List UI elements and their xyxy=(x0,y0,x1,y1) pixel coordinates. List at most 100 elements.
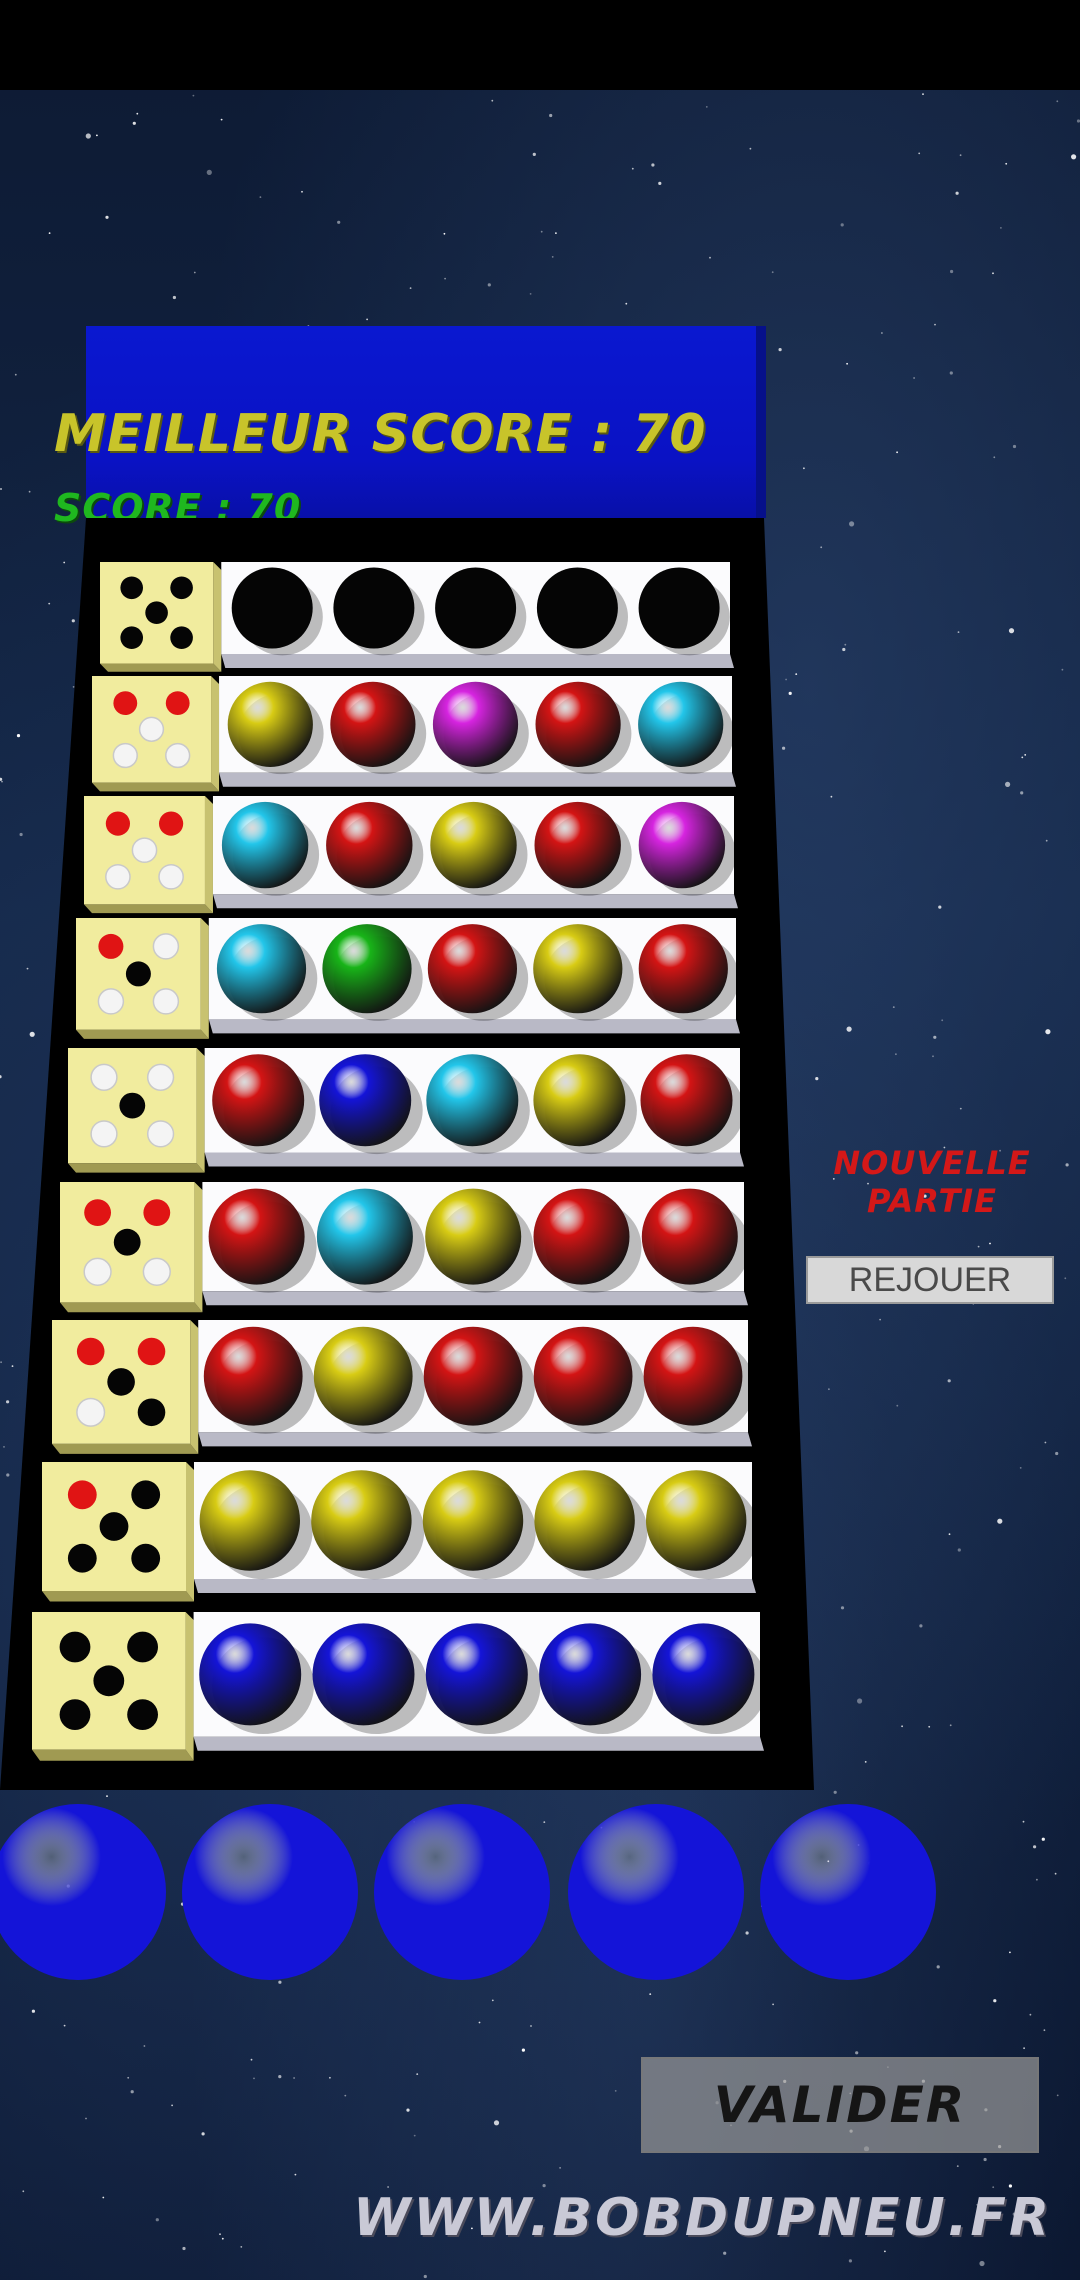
feedback-peg xyxy=(83,1257,112,1286)
guess-ball xyxy=(422,1470,524,1571)
feedback-peg xyxy=(107,1368,135,1396)
guess-ball xyxy=(435,567,517,649)
feedback-peg xyxy=(67,1480,97,1510)
replay-button[interactable]: REJOUER xyxy=(806,1256,1054,1304)
guess-ball xyxy=(333,567,415,649)
feedback-peg xyxy=(125,961,151,987)
feedback-peg xyxy=(113,691,138,715)
validate-button[interactable]: VALIDER xyxy=(641,2057,1039,2153)
feedback-peg xyxy=(131,1543,161,1573)
feedback-peg xyxy=(113,1228,141,1256)
guess-ball xyxy=(208,1188,305,1285)
color-selector-ball[interactable] xyxy=(374,1804,550,1980)
feedback-peg xyxy=(93,1665,125,1697)
feedback-peg xyxy=(137,1337,166,1366)
feedback-peg xyxy=(127,1699,158,1730)
feedback-peg xyxy=(84,1199,111,1226)
feedback-peg xyxy=(120,626,143,649)
feedback-peg xyxy=(127,1631,158,1663)
feedback-peg xyxy=(142,1257,171,1286)
guess-row xyxy=(92,676,737,792)
new-game-label: NOUVELLE PARTIE xyxy=(833,1144,1031,1220)
color-selector-ball[interactable] xyxy=(568,1804,744,1980)
guess-row xyxy=(42,1462,759,1602)
guess-ball xyxy=(432,681,519,768)
feedback-peg xyxy=(159,811,184,836)
feedback-peg xyxy=(120,576,143,600)
feedback-peg xyxy=(131,1480,161,1510)
feedback-peg xyxy=(98,933,124,959)
guess-row xyxy=(32,1612,768,1761)
feedback-peg xyxy=(143,1199,171,1226)
guess-row xyxy=(84,796,738,914)
guess-ball xyxy=(316,1188,413,1285)
guess-row xyxy=(68,1048,744,1173)
feedback-peg xyxy=(146,1063,175,1091)
feedback-peg xyxy=(152,988,180,1015)
feedback-peg xyxy=(165,742,191,769)
feedback-peg xyxy=(76,1397,106,1427)
guess-ball xyxy=(430,801,517,889)
guess-ball xyxy=(536,567,618,649)
feedback-peg xyxy=(137,1398,166,1427)
guess-ball xyxy=(643,1326,743,1426)
guess-ball xyxy=(330,681,416,768)
feedback-peg xyxy=(146,1120,175,1148)
guess-ball xyxy=(426,1054,519,1147)
guess-ball xyxy=(638,567,720,649)
guess-row xyxy=(60,1182,750,1313)
guess-ball xyxy=(313,1326,413,1426)
feedback-peg xyxy=(99,1512,129,1541)
guess-row xyxy=(76,918,741,1039)
color-selector-ball[interactable] xyxy=(760,1804,936,1980)
guess-ball xyxy=(638,801,726,889)
color-selector-ball[interactable] xyxy=(182,1804,358,1980)
feedback-peg xyxy=(170,626,193,649)
guess-ball xyxy=(199,1470,300,1571)
game-board xyxy=(0,518,936,1980)
feedback-peg xyxy=(105,811,130,836)
guess-ball xyxy=(322,924,412,1014)
guess-ball xyxy=(425,1623,528,1726)
guess-row xyxy=(52,1320,755,1454)
guess-ball xyxy=(203,1326,303,1426)
guess-ball xyxy=(216,924,307,1014)
guess-ball xyxy=(534,801,621,889)
feedback-peg xyxy=(105,863,131,890)
guess-ball xyxy=(646,1470,747,1571)
feedback-peg xyxy=(119,1092,146,1119)
guess-ball xyxy=(423,1326,523,1426)
feedback-peg xyxy=(138,716,165,742)
guess-row xyxy=(100,562,734,672)
guess-ball xyxy=(652,1623,755,1726)
guess-ball xyxy=(212,1054,305,1147)
guess-ball xyxy=(427,924,517,1014)
feedback-peg xyxy=(90,1063,118,1091)
guess-ball xyxy=(638,924,728,1014)
guess-ball xyxy=(319,1054,412,1147)
feedback-peg xyxy=(90,1120,118,1148)
feedback-peg xyxy=(152,933,180,960)
color-selector-ball[interactable] xyxy=(0,1804,166,1980)
guess-ball xyxy=(533,1054,626,1147)
guess-ball xyxy=(312,1623,415,1726)
guess-ball xyxy=(533,1326,633,1426)
feedback-peg xyxy=(165,691,190,715)
feedback-peg xyxy=(67,1543,97,1573)
guess-ball xyxy=(227,681,313,768)
guess-ball xyxy=(533,924,623,1014)
feedback-peg xyxy=(131,837,158,864)
guess-ball xyxy=(640,1054,733,1147)
guess-ball xyxy=(535,681,621,768)
feedback-peg xyxy=(170,576,193,600)
guess-ball xyxy=(326,801,413,889)
feedback-peg xyxy=(59,1631,91,1663)
website-link[interactable]: WWW.BOBDUPNEU.FR xyxy=(282,2188,1052,2248)
guess-ball xyxy=(641,1188,738,1285)
guess-ball xyxy=(638,681,724,768)
feedback-peg xyxy=(59,1699,91,1730)
guess-ball xyxy=(311,1470,412,1571)
guess-ball xyxy=(534,1470,635,1571)
feedback-peg xyxy=(97,988,125,1015)
feedback-peg xyxy=(145,601,168,624)
